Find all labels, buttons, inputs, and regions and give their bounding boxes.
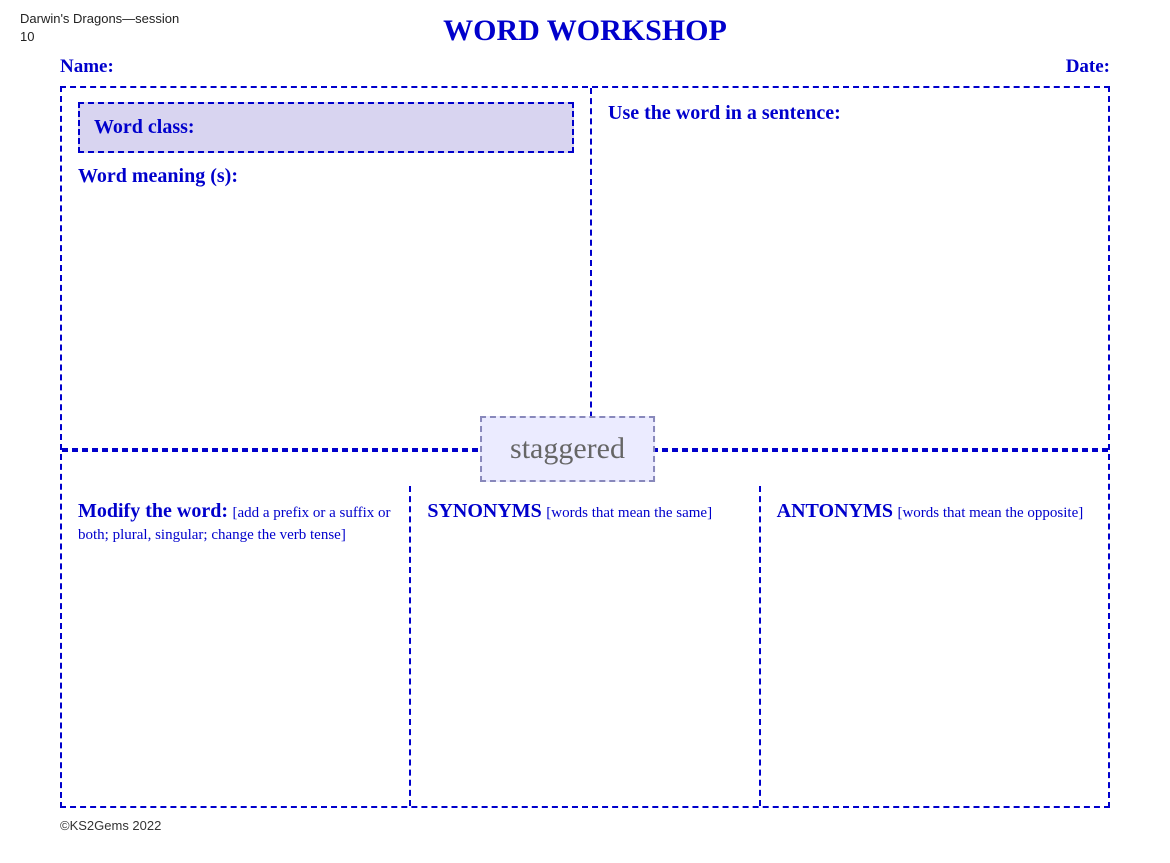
- bottom-section: Modify the word: [add a prefix or a suff…: [62, 486, 1108, 806]
- modify-bold: Modify the word:: [78, 500, 228, 522]
- top-section: Word class: Word meaning (s): Use the wo…: [62, 88, 1108, 450]
- top-section-wrapper: Word class: Word meaning (s): Use the wo…: [62, 88, 1108, 450]
- antonyms-note: [words that mean the opposite]: [897, 505, 1083, 521]
- name-label: Name:: [60, 56, 114, 78]
- antonyms-bold: ANTONYMS: [777, 500, 893, 522]
- copyright-label: ©KS2Gems 2022: [60, 818, 161, 833]
- synonyms-note: [words that mean the same]: [546, 505, 712, 521]
- footer: ©KS2Gems 2022: [20, 818, 1150, 833]
- date-label: Date:: [1066, 56, 1110, 78]
- synonyms-bold: SYNONYMS: [427, 500, 541, 522]
- word-class-box: Word class:: [78, 102, 574, 153]
- modify-title: Modify the word: [add a prefix or a suff…: [78, 500, 393, 544]
- main-grid: Word class: Word meaning (s): Use the wo…: [60, 86, 1110, 808]
- featured-word: staggered: [510, 432, 625, 465]
- left-panel: Word class: Word meaning (s):: [62, 88, 592, 448]
- synonyms-title: SYNONYMS [words that mean the same]: [427, 500, 742, 523]
- use-in-sentence-label: Use the word in a sentence:: [608, 102, 1092, 125]
- modify-column: Modify the word: [add a prefix or a suff…: [62, 486, 411, 806]
- featured-word-box: staggered: [480, 416, 655, 482]
- right-panel: Use the word in a sentence:: [592, 88, 1108, 448]
- word-meaning-label: Word meaning (s):: [78, 165, 574, 188]
- synonyms-column: SYNONYMS [words that mean the same]: [411, 486, 760, 806]
- antonyms-column: ANTONYMS [words that mean the opposite]: [761, 486, 1108, 806]
- word-class-label: Word class:: [94, 116, 195, 138]
- antonyms-title: ANTONYMS [words that mean the opposite]: [777, 500, 1092, 523]
- page-title: WORD WORKSHOP: [180, 14, 990, 48]
- session-label: Darwin's Dragons—session 10: [20, 11, 179, 44]
